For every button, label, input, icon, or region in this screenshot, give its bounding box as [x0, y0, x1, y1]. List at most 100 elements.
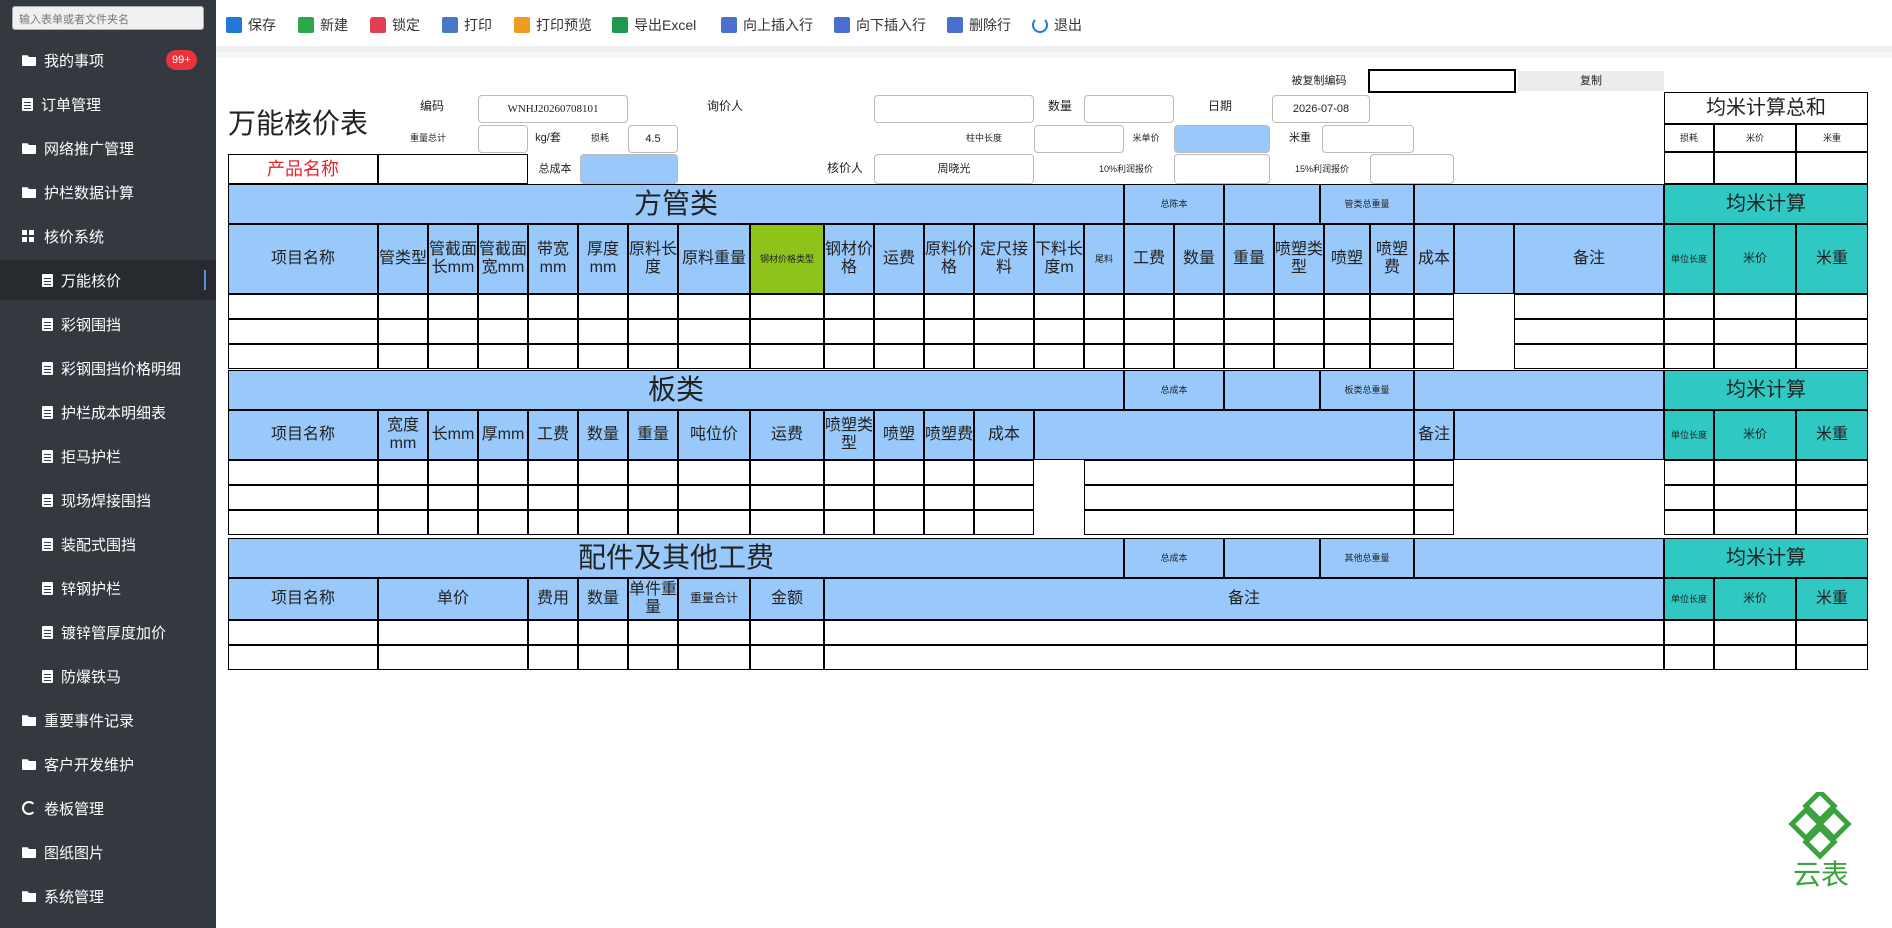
data-cell[interactable] — [1174, 294, 1224, 319]
data-cell[interactable] — [428, 510, 478, 535]
inquirer-field[interactable] — [874, 95, 1034, 123]
data-cell[interactable] — [578, 294, 628, 319]
data-cell[interactable] — [628, 344, 678, 369]
data-cell[interactable] — [228, 344, 378, 369]
sidebar-item[interactable]: 万能核价 — [0, 260, 216, 300]
data-cell[interactable] — [750, 645, 824, 670]
data-cell[interactable] — [1224, 344, 1274, 369]
sidebar-item[interactable]: 卷板管理 — [0, 788, 216, 828]
exit-button[interactable]: 退出 — [1032, 12, 1082, 38]
data-cell[interactable] — [824, 485, 874, 510]
data-cell[interactable] — [1084, 319, 1124, 344]
total-weight-value[interactable] — [1414, 538, 1664, 578]
data-cell[interactable] — [428, 485, 478, 510]
data-cell[interactable] — [228, 294, 378, 319]
data-cell[interactable] — [974, 294, 1034, 319]
data-cell[interactable] — [1274, 344, 1324, 369]
data-cell[interactable] — [628, 510, 678, 535]
product-name-field[interactable] — [378, 154, 528, 184]
data-cell[interactable] — [628, 460, 678, 485]
data-cell[interactable] — [528, 460, 578, 485]
sidebar-item[interactable]: 现场焊接围挡 — [0, 480, 216, 520]
data-cell[interactable] — [1324, 319, 1370, 344]
search-input[interactable]: 输入表单或者文件夹名 — [12, 6, 204, 30]
avg-data-cell[interactable] — [1664, 294, 1714, 319]
data-cell[interactable] — [378, 620, 528, 645]
data-cell[interactable] — [228, 319, 378, 344]
data-cell[interactable] — [1324, 344, 1370, 369]
data-cell[interactable] — [1224, 319, 1274, 344]
data-cell[interactable] — [528, 620, 578, 645]
print-button[interactable]: 打印 — [442, 12, 492, 38]
data-cell[interactable] — [478, 460, 528, 485]
data-cell[interactable] — [528, 485, 578, 510]
avg-data-cell[interactable] — [1664, 645, 1714, 670]
data-cell[interactable] — [924, 319, 974, 344]
sidebar-item[interactable]: 拒马护栏 — [0, 436, 216, 476]
weight-total-field[interactable] — [478, 125, 528, 153]
avg-data-cell[interactable] — [1664, 344, 1714, 369]
save-button[interactable]: 保存 — [226, 12, 276, 38]
data-cell[interactable] — [824, 510, 874, 535]
data-cell[interactable] — [228, 485, 378, 510]
data-cell[interactable] — [824, 319, 874, 344]
avg-data-cell[interactable] — [1664, 620, 1714, 645]
data-cell[interactable] — [1370, 294, 1414, 319]
data-cell[interactable] — [528, 344, 578, 369]
data-cell[interactable] — [750, 344, 824, 369]
data-cell[interactable] — [974, 319, 1034, 344]
data-cell[interactable] — [1034, 344, 1084, 369]
data-cell[interactable] — [528, 510, 578, 535]
total-weight-value[interactable] — [1414, 370, 1664, 410]
data-cell[interactable] — [1414, 460, 1454, 485]
avg-data-cell[interactable] — [1664, 485, 1714, 510]
avg-data-cell[interactable] — [1796, 344, 1868, 369]
data-cell[interactable] — [378, 645, 528, 670]
avg-data-cell[interactable] — [1714, 460, 1796, 485]
data-cell[interactable] — [1174, 344, 1224, 369]
data-cell[interactable] — [1370, 344, 1414, 369]
data-cell[interactable] — [228, 645, 378, 670]
data-cell[interactable] — [1514, 294, 1664, 319]
data-cell[interactable] — [750, 319, 824, 344]
sidebar-item[interactable]: 系统管理 — [0, 876, 216, 916]
avg-data-cell[interactable] — [1796, 645, 1868, 670]
meter-weight-field[interactable] — [1322, 125, 1414, 153]
sidebar-item[interactable]: 核价系统 — [0, 216, 216, 256]
lock-button[interactable]: 锁定 — [370, 12, 420, 38]
data-cell[interactable] — [1324, 294, 1370, 319]
sidebar-item[interactable]: 客户开发维护 — [0, 744, 216, 784]
sidebar-item[interactable]: 我的事项 99+ — [0, 40, 216, 80]
data-cell[interactable] — [528, 294, 578, 319]
data-cell[interactable] — [974, 344, 1034, 369]
avg-data-cell[interactable] — [1796, 460, 1868, 485]
avg-data-cell[interactable] — [1714, 510, 1796, 535]
loss-field[interactable]: 4.5 — [628, 125, 678, 153]
data-cell[interactable] — [378, 344, 428, 369]
data-cell[interactable] — [1084, 485, 1414, 510]
data-cell[interactable] — [974, 485, 1034, 510]
sidebar-item[interactable]: 订单管理 — [0, 84, 216, 124]
data-cell[interactable] — [678, 510, 750, 535]
sidebar-item[interactable]: 图纸图片 — [0, 832, 216, 872]
data-cell[interactable] — [1274, 319, 1324, 344]
data-cell[interactable] — [1034, 319, 1084, 344]
data-cell[interactable] — [478, 344, 528, 369]
data-cell[interactable] — [924, 485, 974, 510]
data-cell[interactable] — [428, 460, 478, 485]
pricer-field[interactable]: 周晓光 — [874, 154, 1034, 184]
data-cell[interactable] — [678, 645, 750, 670]
data-cell[interactable] — [1084, 344, 1124, 369]
data-cell[interactable] — [1124, 319, 1174, 344]
post-length-field[interactable] — [1034, 125, 1124, 153]
date-field[interactable]: 2026-07-08 — [1272, 95, 1370, 123]
data-cell[interactable] — [578, 344, 628, 369]
data-cell[interactable] — [378, 510, 428, 535]
data-cell[interactable] — [378, 460, 428, 485]
data-cell[interactable] — [874, 460, 924, 485]
profit15-field[interactable] — [1370, 154, 1454, 184]
data-cell[interactable] — [874, 344, 924, 369]
data-cell[interactable] — [1514, 344, 1664, 369]
data-cell[interactable] — [824, 460, 874, 485]
data-cell[interactable] — [824, 620, 1664, 645]
